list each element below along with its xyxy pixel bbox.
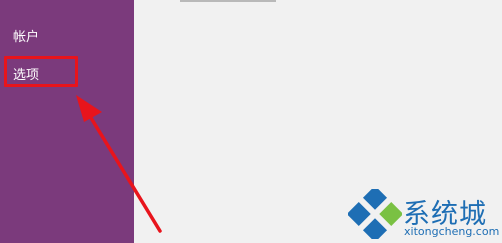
logo-icon: [348, 189, 402, 239]
watermark-domain: xitongcheng.com: [404, 225, 500, 238]
watermark: 系统城 xitongcheng.com: [348, 186, 500, 241]
